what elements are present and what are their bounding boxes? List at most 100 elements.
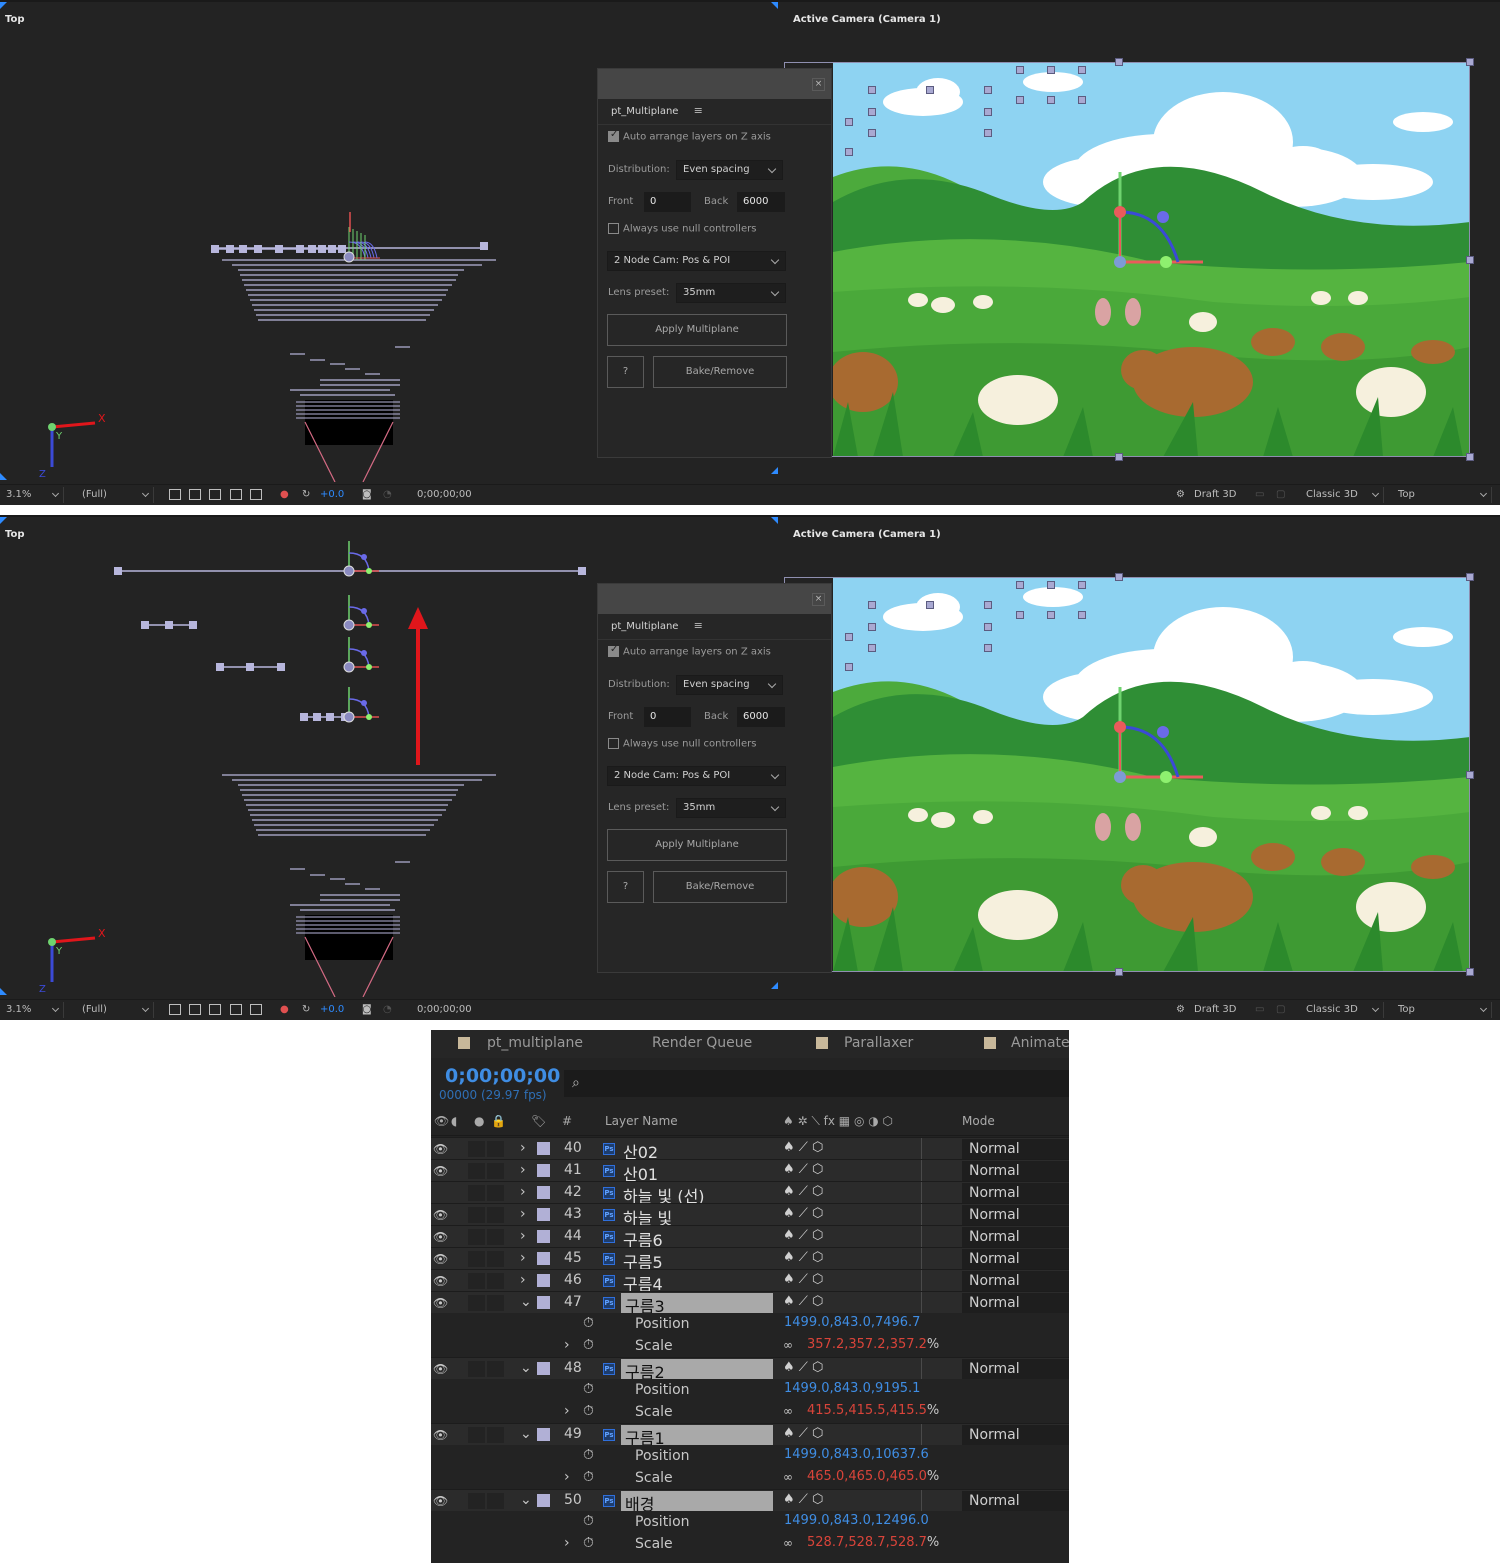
layer-row[interactable]: 👁 ⌄ 48 Ps 구름2 ♠ ⟋ ⬡ Normal bbox=[431, 1357, 1069, 1382]
chevron-down-icon[interactable]: ⌄ bbox=[520, 1426, 532, 1442]
color-channels-icon[interactable]: ● bbox=[280, 1004, 289, 1015]
bounds-handle[interactable] bbox=[1115, 968, 1123, 976]
label-header-icon[interactable]: 🏷 bbox=[531, 1114, 546, 1128]
layer-handle[interactable] bbox=[984, 129, 992, 137]
scale-value[interactable]: 528.7,528.7,528.7% bbox=[807, 1535, 939, 1550]
auto-arrange-checkbox[interactable] bbox=[608, 644, 619, 657]
layer-row[interactable]: 👁 ⌄ 50 Ps 배경 ♠ ⟋ ⬡ Normal bbox=[431, 1489, 1069, 1514]
renderer-dropdown[interactable]: Classic 3D bbox=[1302, 487, 1384, 503]
lens-preset-dropdown[interactable]: 35mm bbox=[676, 283, 786, 303]
constrain-proportions-icon[interactable]: ∞ bbox=[783, 1470, 793, 1484]
blend-mode-dropdown[interactable]: Normal bbox=[962, 1161, 1069, 1181]
null-controllers-checkbox[interactable] bbox=[608, 223, 619, 234]
auto-arrange-row[interactable]: Auto arrange layers on Z axis bbox=[608, 644, 771, 658]
chevron-right-icon[interactable]: › bbox=[564, 1535, 570, 1551]
audio-toggle[interactable] bbox=[468, 1141, 485, 1157]
tab-animate[interactable]: Animate bbox=[1011, 1035, 1069, 1051]
solo-toggle[interactable] bbox=[487, 1295, 504, 1311]
blend-mode-dropdown[interactable]: Normal bbox=[962, 1249, 1069, 1269]
snapshot-icon[interactable]: ◙ bbox=[362, 489, 372, 500]
layer-row[interactable]: › 42 Ps 하늘 빛 (선) ♠ ⟋ ⬡ Normal bbox=[431, 1181, 1069, 1206]
layer-name[interactable]: 산01 bbox=[623, 1161, 658, 1184]
chevron-down-icon[interactable]: ⌄ bbox=[520, 1360, 532, 1376]
blend-mode-dropdown[interactable]: Normal bbox=[962, 1491, 1069, 1511]
position-value[interactable]: 1499.0,843.0,9195.1 bbox=[784, 1381, 920, 1396]
video-toggle-header-icon[interactable]: 👁 bbox=[434, 1114, 449, 1128]
audio-toggle[interactable] bbox=[468, 1493, 485, 1509]
layer-handle[interactable] bbox=[1047, 581, 1055, 589]
chevron-right-icon[interactable]: › bbox=[520, 1272, 526, 1288]
layer-handle[interactable] bbox=[868, 601, 876, 609]
fast-previews-icon[interactable]: ▢ bbox=[1276, 1004, 1285, 1015]
bounds-handle[interactable] bbox=[1115, 453, 1123, 461]
layer-switches[interactable]: ♠ ⟋ ⬡ bbox=[783, 1272, 823, 1287]
close-icon[interactable]: × bbox=[812, 593, 825, 606]
3d-view-dropdown[interactable]: Top bbox=[1394, 487, 1492, 503]
solo-toggle[interactable] bbox=[487, 1251, 504, 1267]
solo-toggle[interactable] bbox=[487, 1185, 504, 1201]
layer-switches[interactable]: ♠ ⟋ ⬡ bbox=[783, 1250, 823, 1265]
apply-multiplane-button[interactable]: Apply Multiplane bbox=[607, 829, 787, 861]
bounds-handle[interactable] bbox=[1115, 573, 1123, 581]
blend-mode-dropdown[interactable]: Normal bbox=[962, 1271, 1069, 1291]
chevron-right-icon[interactable]: › bbox=[564, 1403, 570, 1419]
layer-switches[interactable]: ♠ ⟋ ⬡ bbox=[783, 1492, 823, 1507]
blend-mode-dropdown[interactable]: Normal bbox=[962, 1359, 1069, 1379]
label-color[interactable] bbox=[537, 1362, 550, 1375]
chevron-right-icon[interactable]: › bbox=[520, 1184, 526, 1200]
layer-name[interactable]: 구름3 bbox=[621, 1293, 773, 1316]
show-snapshot-icon[interactable]: ◔ bbox=[383, 489, 392, 500]
eye-icon[interactable]: 👁 bbox=[433, 1428, 448, 1442]
scale-numbers[interactable]: 465.0,465.0,465.0 bbox=[807, 1469, 927, 1484]
stopwatch-icon[interactable]: ⏱ bbox=[583, 1513, 594, 1529]
audio-header-icon[interactable]: ◖ bbox=[451, 1114, 457, 1128]
layer-switches[interactable]: ♠ ⟋ ⬡ bbox=[783, 1228, 823, 1243]
transparency-grid-icon[interactable] bbox=[189, 489, 201, 500]
scale-value[interactable]: 465.0,465.0,465.0% bbox=[807, 1469, 939, 1484]
label-color[interactable] bbox=[537, 1274, 550, 1287]
label-color[interactable] bbox=[537, 1296, 550, 1309]
solo-toggle[interactable] bbox=[487, 1361, 504, 1377]
constrain-proportions-icon[interactable]: ∞ bbox=[783, 1404, 793, 1418]
grid-icon[interactable] bbox=[250, 1004, 262, 1015]
layer-handle[interactable] bbox=[1078, 66, 1086, 74]
transparency-grid-icon[interactable] bbox=[189, 1004, 201, 1015]
layer-switches[interactable]: ♠ ⟋ ⬡ bbox=[783, 1360, 823, 1375]
region-of-interest-icon[interactable] bbox=[169, 489, 181, 500]
show-snapshot-icon[interactable]: ◔ bbox=[383, 1004, 392, 1015]
eye-icon[interactable]: 👁 bbox=[433, 1252, 448, 1266]
auto-arrange-checkbox[interactable] bbox=[608, 129, 619, 142]
label-color[interactable] bbox=[537, 1230, 550, 1243]
resolution-dropdown[interactable]: (Full) bbox=[78, 487, 154, 503]
region-of-interest-icon[interactable] bbox=[169, 1004, 181, 1015]
layer-handle[interactable] bbox=[1078, 611, 1086, 619]
layer-search-input[interactable]: ⌕ bbox=[564, 1070, 1069, 1097]
stopwatch-icon[interactable]: ⏱ bbox=[583, 1447, 594, 1463]
tab-pt-multiplane[interactable]: pt_multiplane bbox=[487, 1035, 583, 1051]
constrain-proportions-icon[interactable]: ∞ bbox=[783, 1536, 793, 1550]
chevron-right-icon[interactable]: › bbox=[520, 1162, 526, 1178]
null-controllers-checkbox[interactable] bbox=[608, 738, 619, 749]
eye-icon[interactable]: 👁 bbox=[433, 1208, 448, 1222]
composition-artwork[interactable] bbox=[833, 577, 1470, 972]
layer-name[interactable]: 구름5 bbox=[623, 1249, 663, 1272]
help-button[interactable]: ? bbox=[607, 356, 644, 388]
position-value[interactable]: 1499.0,843.0,12496.0 bbox=[784, 1513, 929, 1528]
position-value[interactable]: 1499.0,843.0,10637.6 bbox=[784, 1447, 929, 1462]
blend-mode-dropdown[interactable]: Normal bbox=[962, 1183, 1069, 1203]
layer-handle[interactable] bbox=[1078, 96, 1086, 104]
exposure-value[interactable]: +0.0 bbox=[320, 1004, 344, 1015]
help-button[interactable]: ? bbox=[607, 871, 644, 903]
lock-header-icon[interactable]: 🔒 bbox=[491, 1114, 506, 1128]
layer-handle[interactable] bbox=[1047, 96, 1055, 104]
distribution-dropdown[interactable]: Even spacing bbox=[676, 675, 783, 695]
layer-switches[interactable]: ♠ ⟋ ⬡ bbox=[783, 1162, 823, 1177]
layer-handle[interactable] bbox=[845, 148, 853, 156]
layer-handle[interactable] bbox=[1047, 66, 1055, 74]
label-color[interactable] bbox=[537, 1186, 550, 1199]
panel-tab-title[interactable]: pt_Multiplane bbox=[611, 621, 678, 632]
layer-row[interactable]: 👁 › 41 Ps 산01 ♠ ⟋ ⬡ Normal bbox=[431, 1159, 1069, 1184]
camera-type-dropdown[interactable]: 2 Node Cam: Pos & POI bbox=[607, 251, 786, 271]
layer-row[interactable]: 👁 › 40 Ps 산02 ♠ ⟋ ⬡ Normal bbox=[431, 1137, 1069, 1162]
chevron-right-icon[interactable]: › bbox=[520, 1228, 526, 1244]
